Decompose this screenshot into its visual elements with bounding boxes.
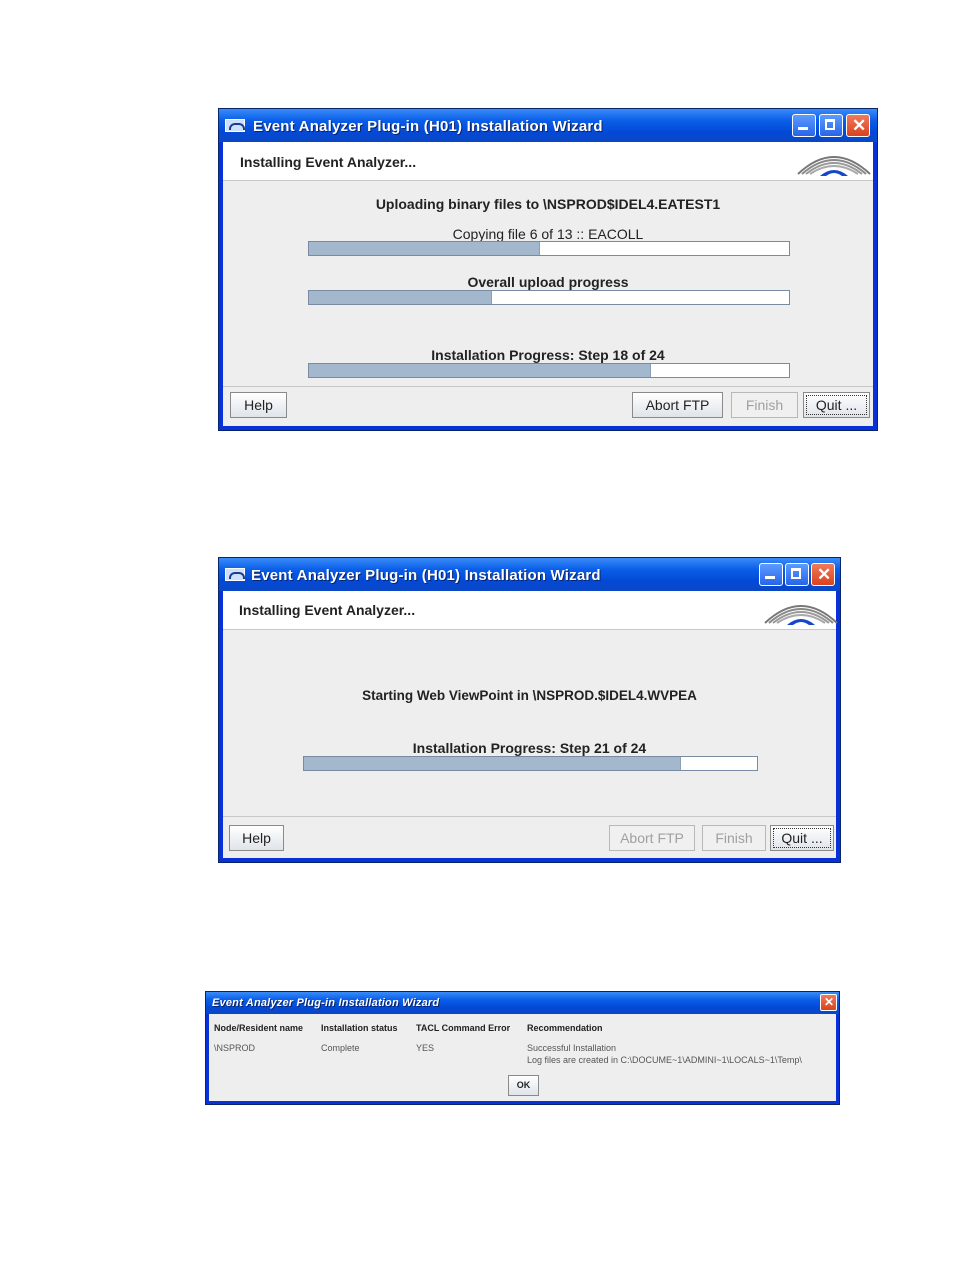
window-title: Event Analyzer Plug-in Installation Wiza… xyxy=(212,997,440,1009)
installation-wizard-dialog-1: Event Analyzer Plug-in (H01) Installatio… xyxy=(218,108,878,431)
maximize-icon[interactable] xyxy=(819,114,843,137)
finish-button[interactable]: Finish xyxy=(731,392,798,418)
installation-progress-label: Installation Progress: Step 21 of 24 xyxy=(412,740,647,756)
installation-progress-fill xyxy=(309,364,651,377)
file-message: Copying file 6 of 13 :: EACOLL xyxy=(452,226,644,242)
quit-button[interactable]: Quit ... xyxy=(770,825,834,851)
cell-status: Complete xyxy=(321,1043,360,1053)
header-strip: Installing Event Analyzer... xyxy=(223,142,873,181)
column-header-status: Installation status xyxy=(321,1023,398,1033)
installation-progress-bar xyxy=(308,363,790,378)
cell-error: YES xyxy=(416,1043,435,1053)
header-strip: Installing Event Analyzer... xyxy=(223,591,838,630)
installation-wizard-dialog-2: Event Analyzer Plug-in (H01) Installatio… xyxy=(218,557,841,863)
quit-button[interactable]: Quit ... xyxy=(803,392,870,418)
overall-progress-fill xyxy=(309,291,493,304)
app-icon xyxy=(225,568,245,581)
dialog-body: Installing Event Analyzer... Starting We… xyxy=(223,591,838,858)
start-message: Starting Web ViewPoint in \NSPROD.$IDEL4… xyxy=(362,688,697,703)
installation-progress-fill xyxy=(304,757,681,770)
ok-button[interactable]: OK xyxy=(508,1075,539,1096)
footer-divider xyxy=(223,816,836,817)
abort-ftp-button[interactable]: Abort FTP xyxy=(632,392,723,418)
close-icon[interactable]: ✕ xyxy=(846,114,870,137)
header-text: Installing Event Analyzer... xyxy=(240,154,417,170)
finish-button[interactable]: Finish xyxy=(702,825,766,851)
minimize-icon[interactable] xyxy=(759,563,783,586)
title-bar[interactable]: Event Analyzer Plug-in (H01) Installatio… xyxy=(219,558,840,591)
product-logo-icon xyxy=(797,156,871,176)
abort-ftp-button[interactable]: Abort FTP xyxy=(609,825,695,851)
header-text: Installing Event Analyzer... xyxy=(239,602,416,618)
column-header-node: Node/Resident name xyxy=(214,1023,304,1033)
product-logo-icon xyxy=(764,605,838,625)
title-bar[interactable]: Event Analyzer Plug-in Installation Wiza… xyxy=(206,992,839,1014)
help-button[interactable]: Help xyxy=(229,825,284,851)
overall-progress-label: Overall upload progress xyxy=(467,274,629,290)
column-header-recommendation: Recommendation xyxy=(527,1023,603,1033)
file-progress-fill xyxy=(309,242,541,255)
cell-recommendation-line2: Log files are created in C:\DOCUME~1\ADM… xyxy=(527,1055,802,1065)
window-title: Event Analyzer Plug-in (H01) Installatio… xyxy=(253,118,603,135)
file-progress-bar xyxy=(308,241,790,256)
close-icon[interactable]: ✕ xyxy=(820,994,837,1011)
window-title: Event Analyzer Plug-in (H01) Installatio… xyxy=(251,567,601,584)
title-bar[interactable]: Event Analyzer Plug-in (H01) Installatio… xyxy=(219,109,877,142)
cell-recommendation-line1: Successful Installation xyxy=(527,1043,617,1053)
minimize-icon[interactable] xyxy=(792,114,816,137)
dialog-body: Installing Event Analyzer... Uploading b… xyxy=(223,142,873,426)
upload-message: Uploading binary files to \NSPROD$IDEL4.… xyxy=(375,196,721,212)
installation-progress-label: Installation Progress: Step 18 of 24 xyxy=(431,347,665,363)
footer-divider xyxy=(223,386,873,387)
dialog-body: Node/Resident name Installation status T… xyxy=(209,1014,836,1101)
cell-node: \NSPROD xyxy=(214,1043,256,1053)
installation-progress-bar xyxy=(303,756,758,771)
installation-result-dialog: Event Analyzer Plug-in Installation Wiza… xyxy=(205,991,840,1105)
column-header-error: TACL Command Error xyxy=(416,1023,511,1033)
help-button[interactable]: Help xyxy=(230,392,287,418)
overall-progress-bar xyxy=(308,290,790,305)
close-icon[interactable]: ✕ xyxy=(811,563,835,586)
maximize-icon[interactable] xyxy=(785,563,809,586)
app-icon xyxy=(225,119,245,132)
